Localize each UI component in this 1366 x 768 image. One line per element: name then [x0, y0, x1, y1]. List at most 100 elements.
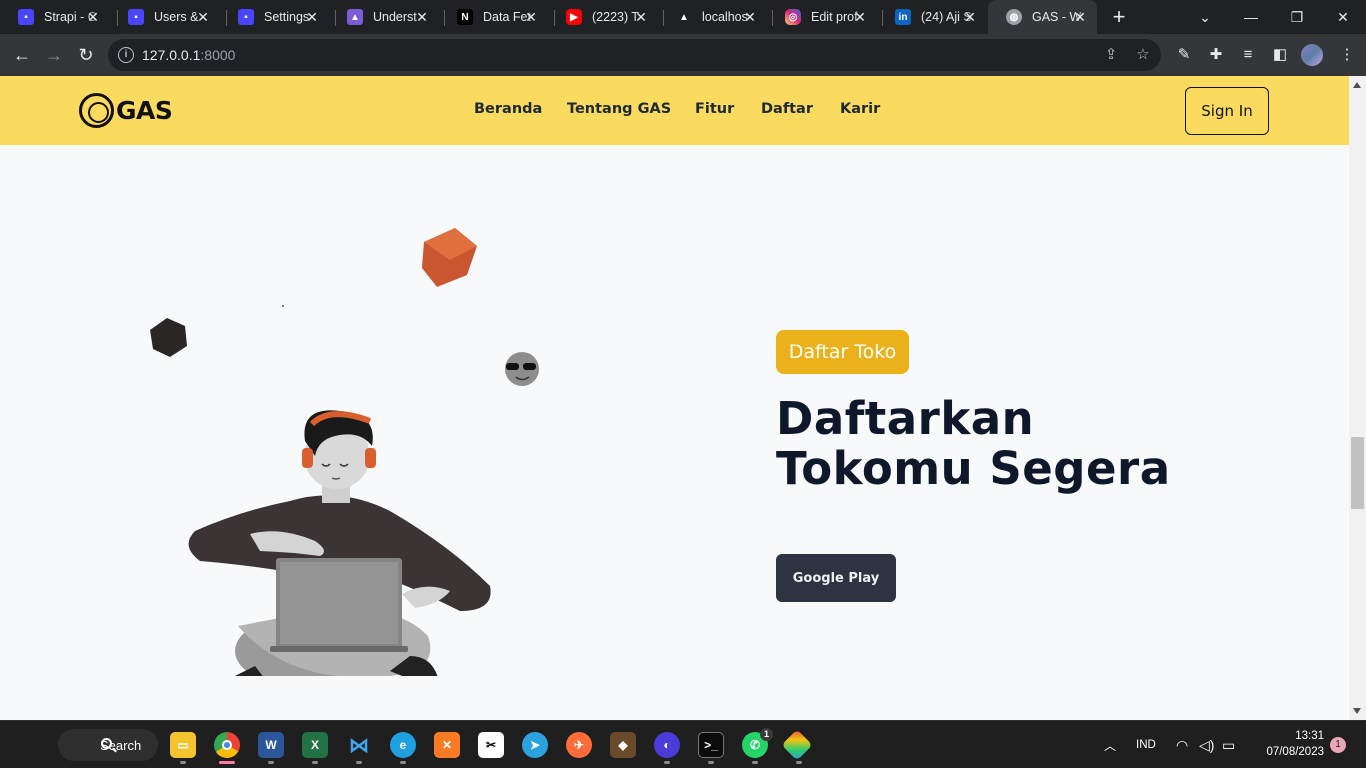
close-tab-icon[interactable]: ✕	[522, 8, 540, 26]
forward-arrow-icon[interactable]: →	[40, 41, 68, 69]
tab-strapi-content[interactable]: ▪ Strapi - C ✕	[0, 0, 110, 34]
menu-kebab-icon[interactable]: ⋮	[1336, 44, 1358, 66]
eyedropper-extension-icon[interactable]: ✎	[1173, 44, 1195, 66]
wifi-icon[interactable]: ◠	[1176, 721, 1188, 768]
taskbar-search[interactable]: Search	[58, 729, 158, 761]
page-viewport: GAS Beranda Tentang GAS Fitur Daftar Kar…	[0, 76, 1349, 720]
dark-hexagon-shape	[150, 318, 187, 357]
tab-instagram[interactable]: ◎ Edit prof ✕	[767, 0, 877, 34]
whatsapp-icon[interactable]: ✆ 1	[742, 728, 773, 758]
hero-title-line-1: Daftarkan	[776, 392, 1035, 445]
youtube-icon: ▶	[566, 9, 582, 25]
side-panel-icon[interactable]: ◧	[1269, 44, 1291, 66]
close-tab-icon[interactable]: ✕	[961, 8, 979, 26]
browser-tab-strip: ▪ Strapi - C ✕ ▪ Users & ✕ ▪ Settings ✕ …	[0, 0, 1366, 34]
address-bar[interactable]: i 127.0.0.1:8000 ⇪ ☆	[108, 39, 1161, 71]
figure-right-hand	[402, 586, 450, 608]
linkedin-icon: in	[895, 9, 911, 25]
postman-icon[interactable]: ✈	[566, 732, 592, 758]
search-icon	[101, 738, 112, 749]
close-tab-icon[interactable]: ✕	[1071, 8, 1089, 26]
tab-search-chevron-icon[interactable]: ⌄	[1182, 0, 1228, 34]
capcut-icon[interactable]: ✂	[478, 732, 504, 758]
site-navbar: GAS Beranda Tentang GAS Fitur Daftar Kar…	[0, 76, 1349, 145]
extensions-puzzle-icon[interactable]: ✚	[1205, 44, 1227, 66]
url-text: 127.0.0.1:8000	[142, 47, 236, 63]
clock-date: 07/08/2023	[1266, 746, 1324, 758]
tab-localhost[interactable]: ▲ localhos ✕	[658, 0, 767, 34]
hero-title-line-2: Tokomu Segera	[776, 442, 1171, 495]
restore-button[interactable]: ❐	[1274, 0, 1320, 34]
whatsapp-unread-badge: 1	[760, 728, 773, 741]
vscode-icon[interactable]: ⋈	[346, 732, 372, 758]
close-tab-icon[interactable]: ✕	[632, 8, 650, 26]
chrome-icon[interactable]	[214, 732, 240, 758]
clock-time: 13:31	[1295, 730, 1324, 742]
close-tab-icon[interactable]: ✕	[851, 8, 869, 26]
scroll-thumb[interactable]	[1351, 437, 1364, 509]
tab-understanding[interactable]: ▲ Underst ✕	[329, 0, 439, 34]
close-tab-icon[interactable]: ✕	[741, 8, 759, 26]
logo-mark-icon	[79, 92, 114, 128]
windows-start-icon[interactable]	[20, 733, 44, 757]
daftar-toko-badge: Daftar Toko	[776, 330, 909, 374]
moon-app-icon[interactable]: ◐	[654, 732, 680, 758]
nav-link-fitur[interactable]: Fitur	[695, 101, 734, 117]
telegram-icon[interactable]: ➤	[522, 732, 548, 758]
nav-link-tentang[interactable]: Tentang GAS	[567, 101, 671, 117]
close-tab-icon[interactable]: ✕	[413, 8, 431, 26]
minimize-button[interactable]: —	[1228, 0, 1274, 34]
edge-icon[interactable]: e	[390, 732, 416, 758]
vercel-icon: ▲	[679, 11, 689, 23]
word-icon[interactable]: W	[258, 732, 284, 758]
nextjs-icon: N	[457, 9, 473, 25]
profile-avatar[interactable]	[1301, 44, 1323, 66]
close-tab-icon[interactable]: ✕	[84, 8, 102, 26]
strapi-icon: ▪	[18, 9, 34, 25]
globe-icon: ◍	[1006, 9, 1022, 25]
hero-title: Daftarkan Tokomu Segera	[776, 394, 1296, 494]
tab-linkedin[interactable]: in (24) Aji S ✕	[877, 0, 987, 34]
excel-icon[interactable]: X	[302, 732, 328, 758]
site-logo[interactable]: GAS	[79, 92, 173, 128]
system-clock[interactable]: 13:31 07/08/2023	[1254, 728, 1324, 760]
browser-toolbar: ← → ↻ i 127.0.0.1:8000 ⇪ ☆ ✎ ✚ ≡ ◧ ⋮	[0, 34, 1366, 76]
google-play-button[interactable]: Google Play	[776, 554, 896, 602]
close-window-button[interactable]: ✕	[1320, 0, 1366, 34]
tab-strapi-settings[interactable]: ▪ Settings ✕	[220, 0, 329, 34]
media-control-icon[interactable]: ≡	[1237, 44, 1259, 66]
close-tab-icon[interactable]: ✕	[303, 8, 321, 26]
rocket-icon: ▲	[347, 9, 363, 25]
tab-gas-active[interactable]: ◍ GAS - W ✕	[988, 0, 1097, 34]
back-arrow-icon[interactable]: ←	[8, 41, 36, 69]
share-icon[interactable]: ⇪	[1101, 45, 1121, 65]
scroll-up-arrow-icon[interactable]	[1353, 82, 1361, 88]
bookmark-star-icon[interactable]: ☆	[1133, 45, 1153, 65]
nav-link-beranda[interactable]: Beranda	[474, 101, 542, 117]
terminal-icon[interactable]: >_	[698, 732, 724, 758]
tab-youtube[interactable]: ▶ (2223) T ✕	[548, 0, 658, 34]
scroll-down-arrow-icon[interactable]	[1353, 708, 1361, 714]
new-tab-button[interactable]: +	[1108, 6, 1130, 28]
game-icon[interactable]: ◆	[610, 732, 636, 758]
file-explorer-icon[interactable]: ▭	[170, 732, 196, 758]
tab-data-fetching[interactable]: N Data Fet ✕	[439, 0, 548, 34]
language-indicator[interactable]: IND	[1136, 721, 1156, 768]
sign-in-button[interactable]: Sign In	[1185, 87, 1269, 135]
notification-count-badge[interactable]: 1	[1330, 737, 1346, 753]
xampp-icon[interactable]: ✕	[434, 732, 460, 758]
site-info-icon[interactable]: i	[118, 47, 134, 63]
strapi-icon: ▪	[128, 9, 144, 25]
git-tool-icon[interactable]	[781, 729, 813, 761]
tab-strapi-users[interactable]: ▪ Users & ✕	[110, 0, 220, 34]
reload-icon[interactable]: ↻	[72, 41, 100, 69]
nav-link-karir[interactable]: Karir	[840, 101, 880, 117]
page-scrollbar[interactable]	[1349, 76, 1366, 720]
volume-icon[interactable]: ◁)	[1199, 721, 1214, 768]
close-tab-icon[interactable]: ✕	[194, 8, 212, 26]
battery-icon[interactable]: ▭	[1222, 721, 1235, 768]
hero-illustration	[150, 228, 539, 676]
tray-overflow-chevron-icon[interactable]: ︿	[1104, 721, 1116, 768]
logo-text: GAS	[116, 95, 173, 125]
nav-link-daftar[interactable]: Daftar	[761, 101, 813, 117]
